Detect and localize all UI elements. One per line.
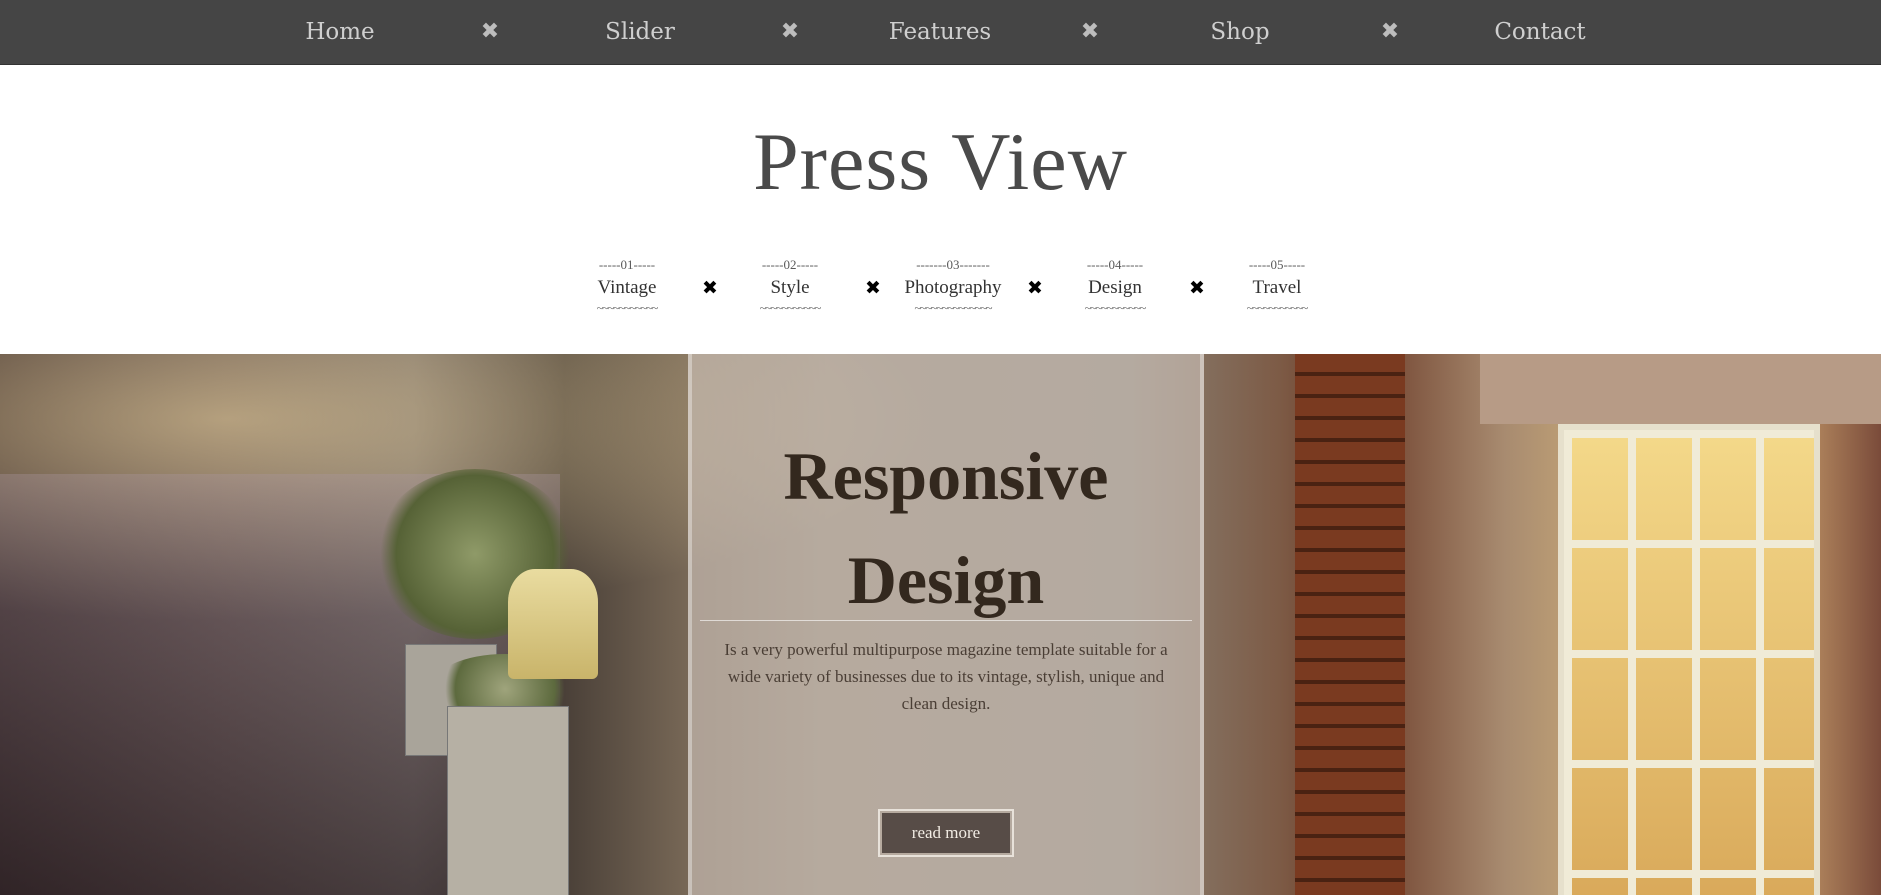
nav-item-features[interactable]: Features xyxy=(889,0,992,64)
hero-description: Is a very powerful multipurpose magazine… xyxy=(724,640,1168,713)
hero-title-line: Responsive xyxy=(783,438,1109,514)
category-item-photography[interactable]: -------03------- Photography ~~~~~~~~~~~… xyxy=(878,256,1028,314)
nav-item-home[interactable]: Home xyxy=(305,0,374,64)
category-label: Vintage xyxy=(597,277,657,298)
category-separator-icon: ✖ xyxy=(702,277,718,299)
planter-decoration xyxy=(447,706,569,895)
nav-separator-icon: ✖ xyxy=(780,19,800,44)
category-number: -----05----- xyxy=(1248,257,1306,272)
category-separator-icon: ✖ xyxy=(1189,277,1205,299)
category-number: -----04----- xyxy=(1086,257,1144,272)
category-label: Design xyxy=(1088,277,1142,298)
top-navigation: Home ✖ Slider ✖ Features ✖ Shop ✖ Contac… xyxy=(0,0,1881,65)
category-separator-icon: ✖ xyxy=(1027,277,1043,299)
category-underline: ~~~~~~~~~~~ xyxy=(596,301,658,315)
category-number: -------03------- xyxy=(916,257,990,272)
table-cloth-decoration xyxy=(508,569,598,679)
nav-item-shop[interactable]: Shop xyxy=(1210,0,1269,64)
nav-item-contact[interactable]: Contact xyxy=(1494,0,1585,64)
nav-separator-icon: ✖ xyxy=(480,19,500,44)
category-item-style[interactable]: -----02----- Style ~~~~~~~~~~~ xyxy=(725,256,855,314)
wall-decoration xyxy=(1480,354,1881,424)
hero-slider: Responsive Design Is a very powerful mul… xyxy=(0,354,1881,895)
category-label: Photography xyxy=(904,277,1002,298)
hero-title-line: Design xyxy=(847,542,1045,618)
category-underline: ~~~~~~~~~~~ xyxy=(759,301,821,315)
category-item-travel[interactable]: -----05----- Travel ~~~~~~~~~~~ xyxy=(1212,256,1342,314)
nav-separator-icon: ✖ xyxy=(1380,19,1400,44)
category-underline: ~~~~~~~~~~~~~~ xyxy=(914,301,993,315)
read-more-button[interactable]: read more xyxy=(878,809,1014,857)
category-label: Travel xyxy=(1252,277,1302,298)
divider xyxy=(700,620,1192,621)
nav-separator-icon: ✖ xyxy=(1080,19,1100,44)
site-title[interactable]: Press View xyxy=(0,112,1881,212)
window-decoration xyxy=(1558,424,1820,895)
hero-title[interactable]: Responsive Design xyxy=(692,424,1200,632)
category-item-design[interactable]: -----04----- Design ~~~~~~~~~~~ xyxy=(1050,256,1180,314)
nav-item-slider[interactable]: Slider xyxy=(605,0,675,64)
category-number: -----01----- xyxy=(598,257,656,272)
category-underline: ~~~~~~~~~~~ xyxy=(1084,301,1146,315)
category-label: Style xyxy=(770,277,810,298)
category-underline: ~~~~~~~~~~~ xyxy=(1246,301,1308,315)
hero-caption-panel: Responsive Design Is a very powerful mul… xyxy=(688,354,1204,895)
category-number: -----02----- xyxy=(761,257,819,272)
shutter-decoration xyxy=(1295,354,1405,895)
category-item-vintage[interactable]: -----01----- Vintage ~~~~~~~~~~~ xyxy=(562,256,692,314)
